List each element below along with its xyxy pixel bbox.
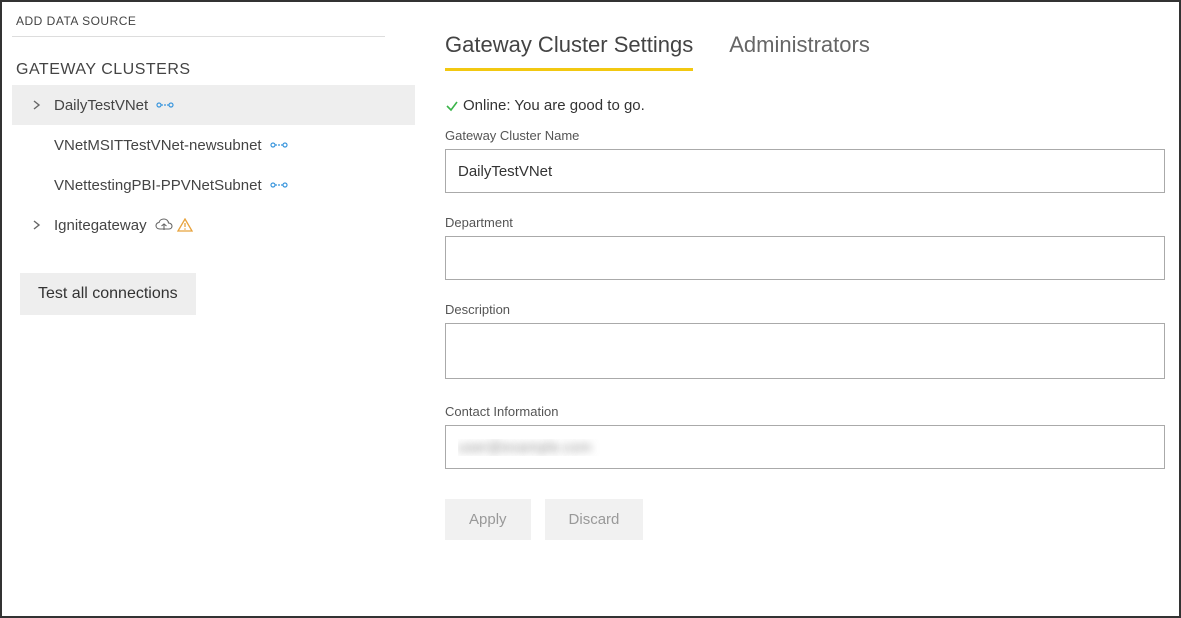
test-all-connections-button[interactable]: Test all connections	[20, 273, 196, 315]
warning-icon	[177, 218, 193, 232]
gateway-cluster-name-label: Gateway Cluster Name	[445, 128, 1165, 143]
cluster-item-vnetmsit[interactable]: VNetMSITTestVNet-newsubnet	[12, 125, 415, 165]
vnet-link-icon	[270, 140, 288, 150]
cluster-label: DailyTestVNet	[54, 97, 148, 114]
cluster-item-dailytestvnet[interactable]: DailyTestVNet	[12, 85, 415, 125]
check-icon	[445, 99, 459, 113]
gateway-cluster-list: DailyTestVNet VNetMSITTestVNet-newsubnet	[12, 85, 415, 245]
tabs: Gateway Cluster Settings Administrators	[445, 32, 1165, 71]
cluster-label: VNetMSITTestVNet-newsubnet	[54, 137, 262, 154]
cluster-item-ignitegateway[interactable]: Ignitegateway	[12, 205, 415, 245]
chevron-right-icon	[28, 220, 46, 230]
main-panel: Gateway Cluster Settings Administrators …	[415, 2, 1179, 616]
vnet-link-icon	[156, 100, 174, 110]
contact-information-input[interactable]	[445, 425, 1165, 469]
chevron-right-icon	[28, 100, 46, 110]
vnet-link-icon	[270, 180, 288, 190]
gateway-cluster-name-input[interactable]	[445, 149, 1165, 193]
tab-gateway-cluster-settings[interactable]: Gateway Cluster Settings	[445, 32, 693, 71]
status-text: Online: You are good to go.	[463, 97, 645, 114]
sidebar: ADD DATA SOURCE GATEWAY CLUSTERS DailyTe…	[2, 2, 415, 616]
add-data-source-link[interactable]: ADD DATA SOURCE	[12, 10, 415, 36]
tab-administrators[interactable]: Administrators	[729, 32, 870, 71]
cloud-icon	[155, 218, 173, 232]
discard-button[interactable]: Discard	[545, 499, 644, 540]
status-row: Online: You are good to go.	[445, 97, 1165, 114]
department-input[interactable]	[445, 236, 1165, 280]
department-label: Department	[445, 215, 1165, 230]
description-input[interactable]	[445, 323, 1165, 379]
gateway-clusters-heading: GATEWAY CLUSTERS	[12, 61, 415, 85]
apply-button[interactable]: Apply	[445, 499, 531, 540]
cluster-item-vnettestingpbi[interactable]: VNettestingPBI-PPVNetSubnet	[12, 165, 415, 205]
cluster-label: Ignitegateway	[54, 217, 147, 234]
contact-information-label: Contact Information	[445, 404, 1165, 419]
description-label: Description	[445, 302, 1165, 317]
divider	[12, 36, 385, 37]
cluster-label: VNettestingPBI-PPVNetSubnet	[54, 177, 262, 194]
